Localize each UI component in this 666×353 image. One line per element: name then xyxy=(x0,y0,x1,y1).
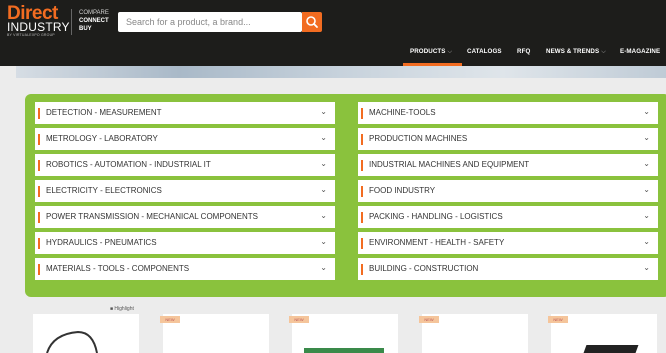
chevron-down-icon: ⌄ xyxy=(643,263,650,272)
category-hydraulics-pneumatics[interactable]: HYDRAULICS - PNEUMATICS ⌄ xyxy=(35,232,335,254)
category-robotics-automation[interactable]: ROBOTICS - AUTOMATION - INDUSTRIAL IT ⌄ xyxy=(35,154,335,176)
category-marker xyxy=(38,212,40,223)
product-card[interactable]: NEW xyxy=(160,314,269,353)
nav-rfq-label: RFQ xyxy=(517,48,531,55)
category-detection-measurement[interactable]: DETECTION - MEASUREMENT ⌄ xyxy=(35,102,335,124)
category-marker xyxy=(361,160,363,171)
category-packing-handling[interactable]: PACKING - HANDLING - LOGISTICS ⌄ xyxy=(358,206,658,228)
category-marker xyxy=(361,264,363,275)
category-building-construction[interactable]: BUILDING - CONSTRUCTION ⌄ xyxy=(358,258,658,280)
category-label: MACHINE-TOOLS xyxy=(369,108,436,117)
product-image-cable xyxy=(46,330,98,353)
chevron-down-icon: ⌄ xyxy=(320,185,327,194)
chevron-down-icon: ⌄ xyxy=(320,263,327,272)
site-header: Direct INDUSTRY BY VIRTUALEXPO GROUP COM… xyxy=(0,0,666,66)
new-badge: NEW xyxy=(548,316,568,323)
chevron-down-icon: ⌄ xyxy=(643,185,650,194)
nav-rfq[interactable]: RFQ xyxy=(517,48,530,55)
category-label: ROBOTICS - AUTOMATION - INDUSTRIAL IT xyxy=(46,160,211,169)
product-image-board xyxy=(304,348,384,353)
category-machine-tools[interactable]: MACHINE-TOOLS ⌄ xyxy=(358,102,658,124)
product-card[interactable]: NEW xyxy=(419,314,528,353)
new-badge: NEW xyxy=(289,316,309,323)
directindustry-logo[interactable]: Direct INDUSTRY BY VIRTUALEXPO GROUP xyxy=(7,4,70,40)
category-label: HYDRAULICS - PNEUMATICS xyxy=(46,238,157,247)
chevron-down-icon: ⌄ xyxy=(320,107,327,116)
chevron-down-icon: ⌄ xyxy=(320,133,327,142)
chevron-down-icon: ⌄ xyxy=(643,107,650,116)
category-label: ENVIRONMENT - HEALTH - SAFETY xyxy=(369,238,505,247)
nav-catalogs[interactable]: CATALOGS xyxy=(467,48,502,55)
category-label: POWER TRANSMISSION - MECHANICAL COMPONEN… xyxy=(46,212,259,221)
category-label: METROLOGY - LABORATORY xyxy=(46,134,158,143)
category-label: FOOD INDUSTRY xyxy=(369,186,436,195)
hero-banner-strip xyxy=(16,66,666,78)
category-industrial-machines[interactable]: INDUSTRIAL MACHINES AND EQUIPMENT ⌄ xyxy=(358,154,658,176)
product-card[interactable]: NEW xyxy=(548,314,657,353)
bookmark-icon: ■ xyxy=(110,306,114,312)
search-placeholder: Search for a product, a brand... xyxy=(126,17,251,27)
chevron-down-icon: ⌵ xyxy=(447,48,453,55)
logo-text-industry: INDUSTRY xyxy=(7,20,70,34)
highlight-tag: ■ Highlight xyxy=(110,306,134,312)
category-label: BUILDING - CONSTRUCTION xyxy=(369,264,479,273)
category-marker xyxy=(38,160,40,171)
category-marker xyxy=(361,238,363,249)
chevron-down-icon: ⌄ xyxy=(643,133,650,142)
nav-emagazine-label: E-MAGAZINE xyxy=(620,48,661,55)
category-label: DETECTION - MEASUREMENT xyxy=(46,108,162,117)
chevron-down-icon: ⌄ xyxy=(643,159,650,168)
category-marker xyxy=(361,186,363,197)
chevron-down-icon: ⌄ xyxy=(320,159,327,168)
category-production-machines[interactable]: PRODUCTION MACHINES ⌄ xyxy=(358,128,658,150)
tagline-connect: CONNECT xyxy=(79,18,109,24)
nav-catalogs-label: CATALOGS xyxy=(467,48,502,55)
search-button[interactable] xyxy=(302,12,322,32)
new-badge: NEW xyxy=(419,316,439,323)
product-card[interactable]: NEW xyxy=(289,314,398,353)
nav-products[interactable]: PRODUCTS ⌵ xyxy=(410,48,452,56)
highlight-label: Highlight xyxy=(114,306,134,312)
category-label: MATERIALS - TOOLS - COMPONENTS xyxy=(46,264,190,273)
category-marker xyxy=(361,108,363,119)
category-label: ELECTRICITY - ELECTRONICS xyxy=(46,186,162,195)
tagline-compare: COMPARE xyxy=(79,10,109,16)
category-materials-tools[interactable]: MATERIALS - TOOLS - COMPONENTS ⌄ xyxy=(35,258,335,280)
chevron-down-icon: ⌵ xyxy=(601,48,607,55)
new-badge: NEW xyxy=(160,316,180,323)
category-label: INDUSTRIAL MACHINES AND EQUIPMENT xyxy=(369,160,530,169)
logo-divider xyxy=(71,9,72,35)
category-marker xyxy=(361,212,363,223)
category-marker xyxy=(38,108,40,119)
chevron-down-icon: ⌄ xyxy=(320,237,327,246)
category-label: PRODUCTION MACHINES xyxy=(369,134,468,143)
search-icon xyxy=(306,16,318,28)
category-panel: DETECTION - MEASUREMENT ⌄ METROLOGY - LA… xyxy=(25,94,666,297)
category-metrology-laboratory[interactable]: METROLOGY - LABORATORY ⌄ xyxy=(35,128,335,150)
product-image-device xyxy=(583,345,639,353)
category-marker xyxy=(361,134,363,145)
nav-emagazine[interactable]: E-MAGAZINE xyxy=(620,48,660,55)
chevron-down-icon: ⌄ xyxy=(320,211,327,220)
category-label: PACKING - HANDLING - LOGISTICS xyxy=(369,212,503,221)
category-marker xyxy=(38,264,40,275)
category-marker xyxy=(38,186,40,197)
search-input[interactable]: Search for a product, a brand... xyxy=(118,12,302,32)
category-power-transmission[interactable]: POWER TRANSMISSION - MECHANICAL COMPONEN… xyxy=(35,206,335,228)
tagline: COMPARE CONNECT BUY xyxy=(79,9,109,33)
category-environment-health[interactable]: ENVIRONMENT - HEALTH - SAFETY ⌄ xyxy=(358,232,658,254)
chevron-down-icon: ⌄ xyxy=(643,237,650,246)
category-food-industry[interactable]: FOOD INDUSTRY ⌄ xyxy=(358,180,658,202)
chevron-down-icon: ⌄ xyxy=(643,211,650,220)
category-electricity-electronics[interactable]: ELECTRICITY - ELECTRONICS ⌄ xyxy=(35,180,335,202)
nav-products-label: PRODUCTS xyxy=(410,48,446,55)
product-card[interactable] xyxy=(33,314,139,353)
category-marker xyxy=(38,134,40,145)
nav-news-trends[interactable]: NEWS & TRENDS ⌵ xyxy=(546,48,606,56)
nav-news-label: NEWS & TRENDS xyxy=(546,48,600,55)
category-marker xyxy=(38,238,40,249)
tagline-buy: BUY xyxy=(79,26,92,32)
